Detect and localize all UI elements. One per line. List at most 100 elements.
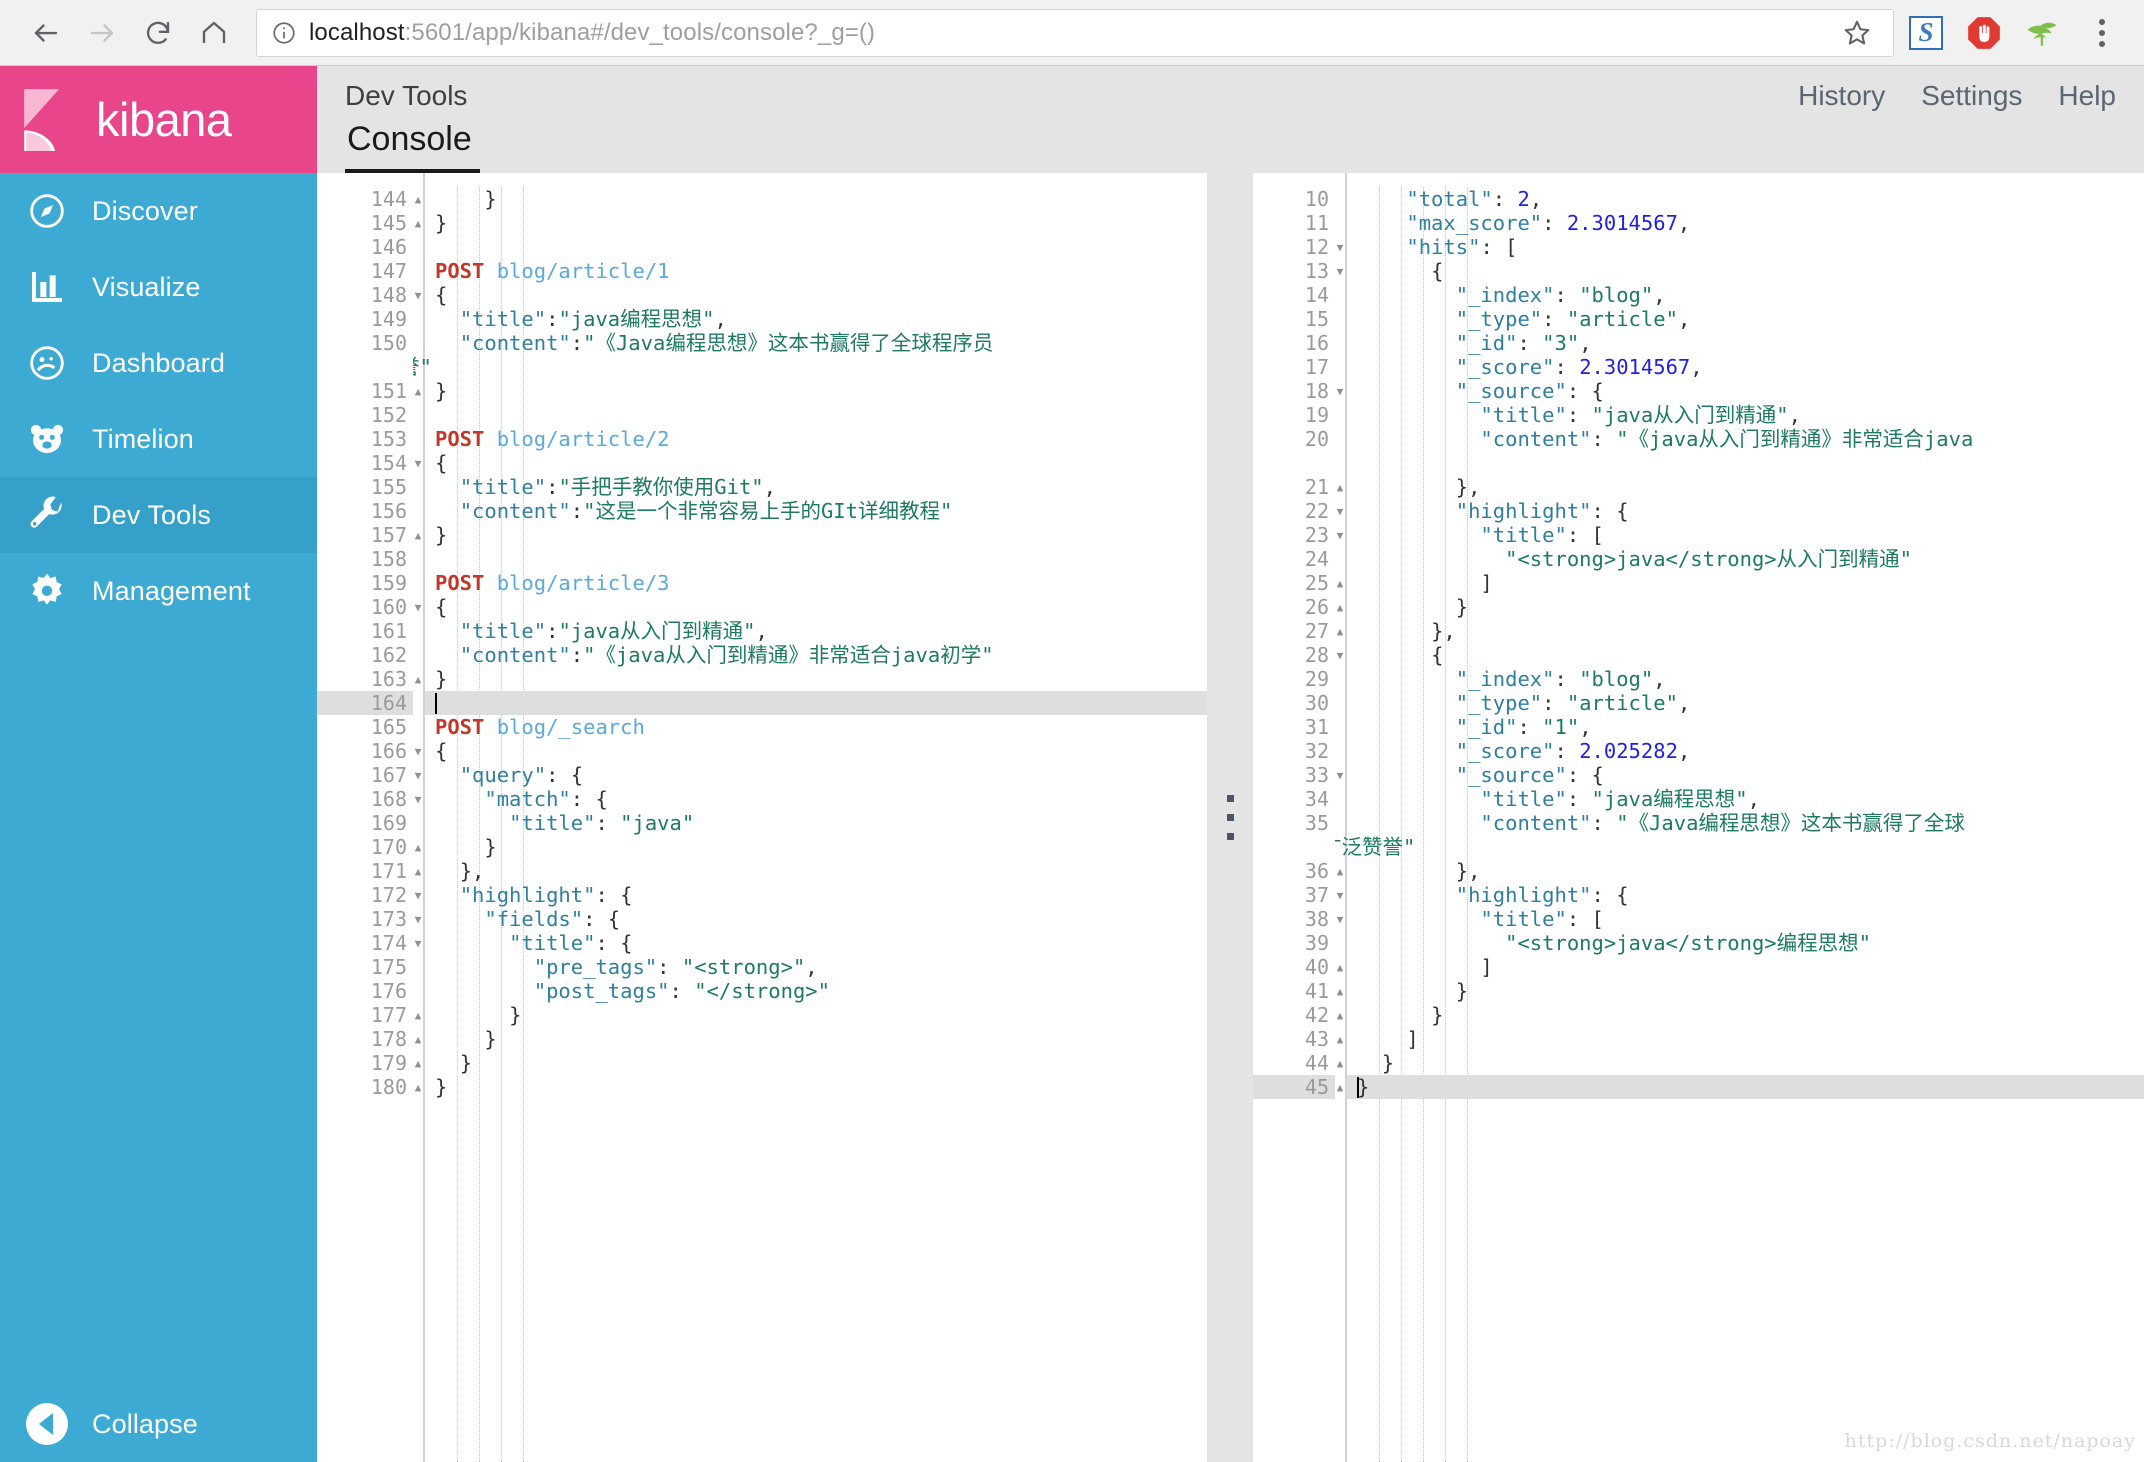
code-line[interactable]: } [425, 211, 1207, 235]
code-line[interactable]: } [1347, 979, 2144, 1003]
fold-up-icon[interactable]: ▲ [1333, 475, 1347, 499]
code-line[interactable]: "content": "《Java编程思想》这本书赢得了全球 [1347, 811, 2144, 835]
code-line[interactable]: POST blog/article/2 [425, 427, 1207, 451]
fold-down-icon[interactable]: ▼ [411, 283, 425, 307]
code-line[interactable]: "title":"java从入门到精通", [425, 619, 1207, 643]
code-line[interactable]: "_score": 2.025282, [1347, 739, 2144, 763]
home-icon[interactable] [186, 5, 242, 61]
code-line[interactable]: "title": [ [1347, 523, 2144, 547]
fold-down-icon[interactable]: ▼ [411, 787, 425, 811]
code-line[interactable]: POST blog/_search [425, 715, 1207, 739]
fold-down-icon[interactable]: ▼ [1333, 643, 1347, 667]
fold-up-icon[interactable]: ▲ [411, 211, 425, 235]
chrome-menu-icon[interactable] [2078, 5, 2126, 61]
code-line[interactable]: "title": "java从入门到精通", [1347, 403, 2144, 427]
code-line[interactable]: "highlight": { [1347, 499, 2144, 523]
code-line[interactable] [425, 235, 1207, 259]
request-line-number-gutter[interactable]: 144 ▲ 145 ▲ 146 147 148 ▼ 149 150 151 ▲ 152 153 154 ▼ 15… [317, 173, 421, 1462]
code-line[interactable]: "content":"《java从入门到精通》非常适合java初学" [425, 643, 1207, 667]
request-editor-pane[interactable]: 144 ▲ 145 ▲ 146 147 148 ▼ 149 150 151 ▲ 152 153 154 ▼ 15… [317, 173, 1207, 1462]
code-line[interactable]: "_source": { [1347, 763, 2144, 787]
code-line[interactable]: "pre_tags": "<strong>", [425, 955, 1207, 979]
code-line[interactable]: }, [1347, 859, 2144, 883]
code-line[interactable]: "highlight": { [1347, 883, 2144, 907]
history-link[interactable]: History [1798, 80, 1885, 112]
code-line[interactable]: } [425, 667, 1207, 691]
fold-up-icon[interactable]: ▲ [1333, 979, 1347, 1003]
code-line[interactable]: { [1347, 259, 2144, 283]
code-line[interactable]: ] [1347, 955, 2144, 979]
fold-up-icon[interactable]: ▲ [411, 1075, 425, 1099]
fold-up-icon[interactable]: ▲ [1333, 595, 1347, 619]
fold-up-icon[interactable]: ▲ [411, 835, 425, 859]
adblock-stop-hand-icon[interactable] [1958, 5, 2010, 61]
code-line[interactable]: "title":"java编程思想", [425, 307, 1207, 331]
sidebar-item-dev-tools[interactable]: Dev Tools [0, 477, 317, 553]
code-line[interactable]: ] [1347, 571, 2144, 595]
sogou-s-icon[interactable]: S [1900, 5, 1952, 61]
code-line[interactable]: { [425, 283, 1207, 307]
code-line[interactable]: "match": { [425, 787, 1207, 811]
fold-down-icon[interactable]: ▼ [1333, 883, 1347, 907]
code-line[interactable]: } [425, 1051, 1207, 1075]
fold-down-icon[interactable]: ▼ [411, 595, 425, 619]
code-line[interactable]: { [1347, 643, 2144, 667]
code-line-wrapped[interactable]: 程序员的广泛赞誉" [1253, 835, 2144, 859]
code-line[interactable]: "post_tags": "</strong>" [425, 979, 1207, 1003]
help-link[interactable]: Help [2058, 80, 2116, 112]
fold-down-icon[interactable]: ▼ [411, 739, 425, 763]
fold-down-icon[interactable]: ▼ [1333, 259, 1347, 283]
code-line[interactable]: } [1347, 1075, 2144, 1099]
fold-up-icon[interactable]: ▲ [1333, 1051, 1347, 1075]
fold-up-icon[interactable]: ▲ [411, 859, 425, 883]
code-line[interactable]: "query": { [425, 763, 1207, 787]
fold-down-icon[interactable]: ▼ [411, 763, 425, 787]
fold-up-icon[interactable]: ▲ [411, 667, 425, 691]
code-line[interactable]: "max_score": 2.3014567, [1347, 211, 2144, 235]
fold-down-icon[interactable]: ▼ [411, 907, 425, 931]
address-bar[interactable]: localhost:5601/app/kibana#/dev_tools/con… [256, 8, 1894, 57]
code-line[interactable]: } [425, 187, 1207, 211]
sidebar-item-timelion[interactable]: Timelion [0, 401, 317, 477]
fold-up-icon[interactable]: ▲ [1333, 1003, 1347, 1027]
fold-up-icon[interactable]: ▲ [411, 187, 425, 211]
fold-down-icon[interactable]: ▼ [411, 451, 425, 475]
code-line[interactable]: "total": 2, [1347, 187, 2144, 211]
fold-down-icon[interactable]: ▼ [1333, 235, 1347, 259]
code-line[interactable]: }, [425, 859, 1207, 883]
code-line[interactable]: { [425, 739, 1207, 763]
code-line[interactable] [425, 403, 1207, 427]
fold-down-icon[interactable]: ▼ [1333, 499, 1347, 523]
pane-splitter[interactable] [1207, 173, 1253, 1462]
code-line[interactable]: { [425, 451, 1207, 475]
code-line[interactable]: "title": [ [1347, 907, 2144, 931]
fold-up-icon[interactable]: ▲ [1333, 1075, 1347, 1099]
forward-arrow-icon[interactable] [74, 5, 130, 61]
fold-down-icon[interactable]: ▼ [1333, 907, 1347, 931]
code-line[interactable]: } [1347, 1003, 2144, 1027]
code-line[interactable]: "<strong>java</strong>编程思想" [1347, 931, 2144, 955]
code-line[interactable]: "_type": "article", [1347, 307, 2144, 331]
code-line[interactable]: } [425, 835, 1207, 859]
code-line[interactable]: "title":"手把手教你使用Git", [425, 475, 1207, 499]
fold-down-icon[interactable]: ▼ [411, 931, 425, 955]
fold-up-icon[interactable]: ▲ [1333, 619, 1347, 643]
code-line-wrapped[interactable]: 的广泛赞誉" [317, 355, 1207, 379]
code-line[interactable]: }, [1347, 619, 2144, 643]
settings-link[interactable]: Settings [1921, 80, 2022, 112]
bookmark-star-icon[interactable] [1835, 11, 1879, 55]
fold-up-icon[interactable]: ▲ [411, 379, 425, 403]
code-line[interactable]: "_index": "blog", [1347, 667, 2144, 691]
code-line[interactable]: "title": "java" [425, 811, 1207, 835]
code-line[interactable]: } [1347, 595, 2144, 619]
request-code-area[interactable]: }} POST blog/article/1{ "title":"java编程思想… [317, 173, 1207, 1462]
code-line-wrapped[interactable]: 初学" [1253, 451, 2144, 475]
code-line[interactable]: } [1347, 1051, 2144, 1075]
code-line[interactable]: ] [1347, 1027, 2144, 1051]
code-line[interactable]: } [425, 1075, 1207, 1099]
back-arrow-icon[interactable] [18, 5, 74, 61]
fold-up-icon[interactable]: ▲ [1333, 1027, 1347, 1051]
page-info-icon[interactable] [271, 20, 297, 46]
code-line[interactable] [425, 547, 1207, 571]
fold-down-icon[interactable]: ▼ [1333, 763, 1347, 787]
